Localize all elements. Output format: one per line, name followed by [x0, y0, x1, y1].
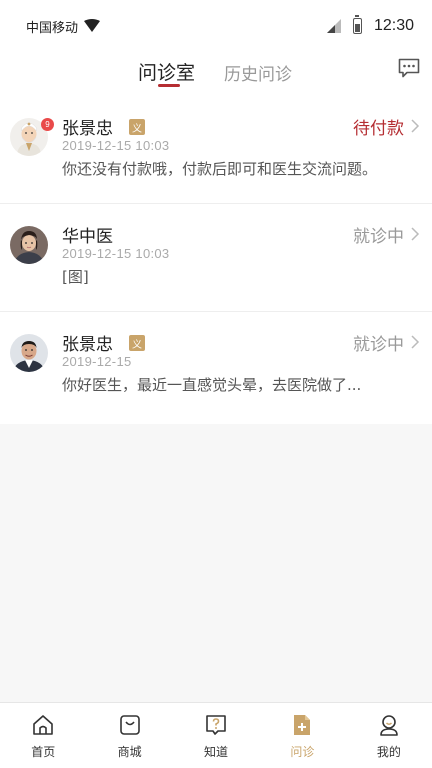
message-preview: 你还没有付款哦，付款后即可和医生交流问题。 [62, 160, 378, 178]
consultation-datetime: 2019-12-15 [62, 354, 132, 369]
doctor-name: 张景忠 [62, 335, 113, 355]
bottom-tab-bar: 首页 商城 知道 问诊 我的 [0, 702, 432, 768]
tab-consult-room[interactable]: 问诊室 [138, 58, 195, 85]
chevron-right-icon [411, 335, 420, 349]
tabbar-item-profile[interactable]: 我的 [346, 703, 432, 768]
tabbar-label: 商城 [117, 745, 142, 759]
tabbar-item-know[interactable]: 知道 [173, 703, 259, 768]
consultation-item[interactable]: 9 张景忠 义 2019-12-15 10:03 你还没有付款哦，付款后即可和医… [0, 96, 432, 204]
tabbar-label: 问诊 [290, 745, 315, 759]
consultation-datetime: 2019-12-15 10:03 [62, 246, 170, 261]
consultation-item[interactable]: 张景忠 义 2019-12-15 你好医生，最近一直感觉头晕，去医院做了... … [0, 312, 432, 424]
question-icon [206, 715, 226, 735]
tabbar-item-consult[interactable]: 问诊 [259, 703, 345, 768]
tabbar-item-shop[interactable]: 商城 [86, 703, 172, 768]
consultation-list: 9 张景忠 义 2019-12-15 10:03 你还没有付款哦，付款后即可和医… [0, 96, 432, 424]
tabbar-label: 我的 [376, 745, 401, 759]
status-bar: 中国移动 12:30 [0, 0, 432, 52]
status-time: 12:30 [373, 17, 414, 34]
battery-icon [352, 15, 362, 34]
tab-history[interactable]: 历史问诊 [224, 60, 292, 85]
status-label: 待付款 [353, 119, 404, 139]
status-label: 就诊中 [353, 335, 404, 355]
tabbar-label: 知道 [204, 745, 229, 759]
active-tab-indicator [158, 84, 180, 87]
wifi-icon [84, 19, 101, 32]
volunteer-tag: 义 [129, 119, 145, 135]
volunteer-tag: 义 [129, 335, 145, 351]
signal-icon [326, 19, 341, 33]
tabbar-label: 首页 [31, 745, 56, 759]
header: 问诊室 历史问诊 [0, 52, 432, 96]
consultation-datetime: 2019-12-15 10:03 [62, 138, 170, 153]
status-label: 就诊中 [353, 227, 404, 247]
carrier-name: 中国移动 [26, 20, 79, 36]
chevron-right-icon [411, 227, 420, 241]
profile-icon [380, 715, 398, 736]
doctor-photo-avatar [10, 334, 48, 372]
shop-bag-icon [119, 715, 140, 735]
unread-badge: 9 [41, 118, 54, 131]
tabbar-item-home[interactable]: 首页 [0, 703, 86, 768]
chevron-right-icon [411, 119, 420, 133]
doctor-name: 张景忠 [62, 119, 113, 139]
doctor-name: 华中医 [62, 227, 113, 247]
consult-doc-icon [294, 715, 311, 735]
message-bubble-icon[interactable] [398, 58, 420, 78]
home-icon [33, 715, 54, 735]
consultation-item[interactable]: 华中医 2019-12-15 10:03 [图] 就诊中 [0, 204, 432, 312]
doctor-photo-avatar [10, 226, 48, 264]
message-preview: [图] [62, 268, 89, 286]
message-preview: 你好医生，最近一直感觉头晕，去医院做了... [62, 376, 362, 394]
